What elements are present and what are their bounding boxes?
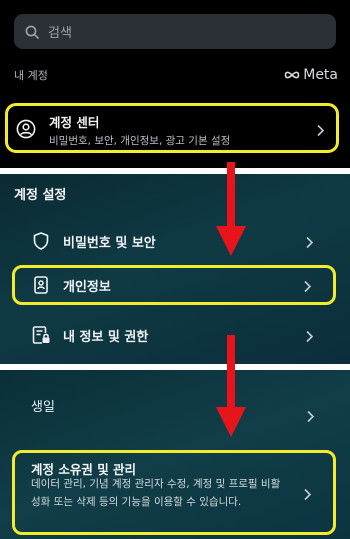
id-card-icon	[31, 275, 51, 295]
chevron-right-icon	[303, 278, 312, 293]
chevron-right-icon	[303, 486, 312, 501]
red-arrow-down	[216, 162, 246, 256]
info-permissions-label: 내 정보 및 권한	[63, 330, 149, 345]
my-account-header: 내 계정 Meta	[14, 66, 338, 84]
password-security-label: 비밀번호 및 보안	[63, 236, 156, 251]
personal-info-item[interactable]: 개인정보	[12, 265, 336, 305]
chevron-right-icon	[316, 122, 325, 137]
account-center-title: 계정 센터	[49, 115, 100, 130]
password-security-item[interactable]: 비밀번호 및 보안	[0, 221, 350, 261]
meta-logo: Meta	[284, 67, 338, 83]
info-lock-icon	[31, 325, 51, 345]
meta-infinity-icon	[284, 71, 300, 79]
search-placeholder: 검색	[48, 26, 72, 41]
personal-info-label: 개인정보	[63, 280, 111, 295]
account-center-item[interactable]: 계정 센터 비밀번호, 보안, 개인정보, 광고 기본 설정	[5, 103, 339, 153]
account-ownership-item[interactable]: 계정 소유권 및 관리 데이터 관리, 기념 계정 관리자 수정, 계정 및 프…	[12, 450, 336, 535]
birthday-label[interactable]: 생일	[31, 396, 55, 415]
chevron-right-icon[interactable]	[306, 408, 315, 423]
shield-icon	[31, 231, 51, 251]
search-input[interactable]: 검색	[14, 14, 336, 49]
account-center-subtitle: 비밀번호, 보안, 개인정보, 광고 기본 설정	[49, 135, 231, 147]
chevron-right-icon	[305, 328, 314, 343]
chevron-right-icon	[305, 234, 314, 249]
account-settings-heading: 계정 설정	[14, 188, 67, 203]
info-permissions-item[interactable]: 내 정보 및 권한	[0, 315, 350, 355]
account-settings-panel: 계정 설정 비밀번호 및 보안 개인정보 내 정보 및 권한	[0, 174, 350, 364]
search-icon	[25, 25, 39, 39]
meta-wordmark: Meta	[303, 67, 338, 83]
my-account-label: 내 계정	[14, 69, 48, 82]
account-details-panel: 생일 계정 소유권 및 관리 데이터 관리, 기념 계정 관리자 수정, 계정 …	[0, 370, 350, 539]
settings-top-panel: 검색 내 계정 Meta 계정 센터 비밀번호, 보안, 개인정보, 광고 기본…	[0, 0, 350, 168]
profile-circle-icon	[16, 119, 36, 139]
red-arrow-down	[216, 335, 246, 437]
account-ownership-description: 데이터 관리, 기념 계정 관리자 수정, 계정 및 프로필 비활성화 또는 삭…	[31, 478, 281, 508]
screenshot-collage: 검색 내 계정 Meta 계정 센터 비밀번호, 보안, 개인정보, 광고 기본…	[0, 0, 350, 539]
